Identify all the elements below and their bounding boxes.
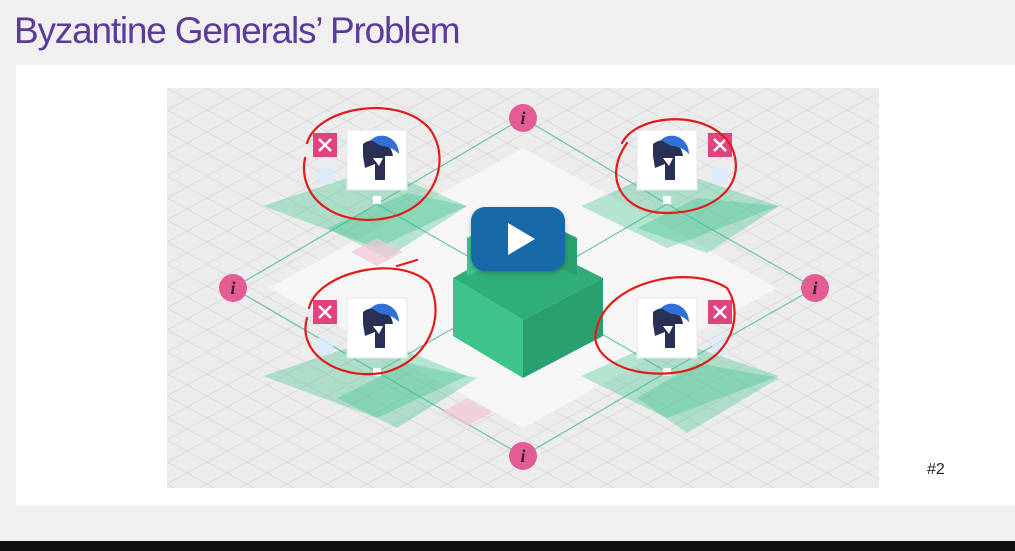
slide-title: Byzantine Generals’ Problem (14, 10, 461, 51)
play-icon (508, 223, 535, 255)
bottom-bar (0, 541, 1015, 551)
play-button[interactable] (471, 207, 565, 271)
slide-number: #2 (927, 461, 945, 478)
video-thumbnail: i (167, 88, 879, 488)
embedded-video[interactable]: i (167, 88, 879, 488)
